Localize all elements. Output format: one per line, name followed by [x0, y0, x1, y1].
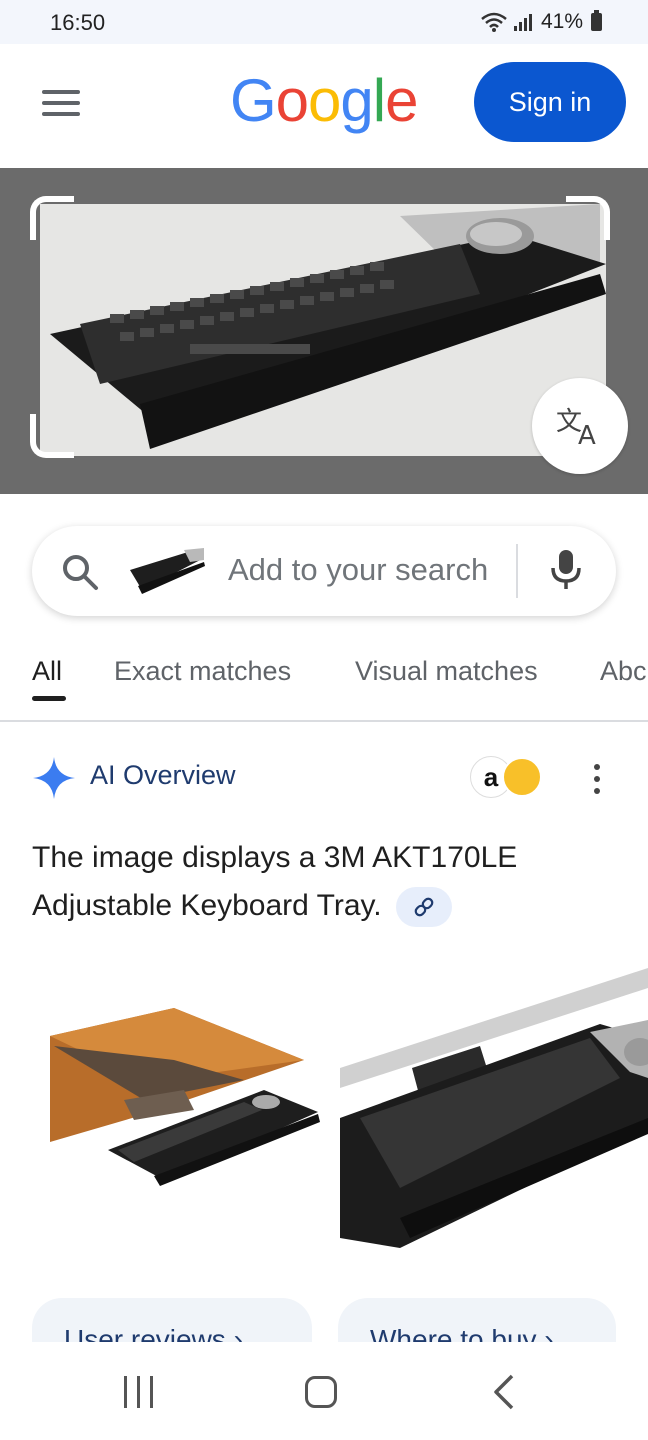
chip-label: Where to buy: [370, 1324, 537, 1342]
battery-percent: 41%: [540, 10, 583, 33]
chip-label: User reviews: [64, 1324, 226, 1342]
status-time: 16:50: [50, 10, 106, 35]
search-divider: [516, 544, 518, 598]
chip-user-reviews[interactable]: User reviews ›: [32, 1298, 312, 1342]
google-logo[interactable]: Google: [230, 66, 419, 135]
search-icon[interactable]: [60, 552, 100, 592]
result-tabs: All Exact matches Visual matches Abc: [0, 640, 648, 722]
source-icon[interactable]: [502, 757, 542, 797]
ai-overview-title: AI Overview: [90, 760, 236, 790]
status-icons: 41%: [481, 10, 602, 34]
link-icon[interactable]: [396, 887, 452, 928]
more-options-icon[interactable]: [592, 764, 602, 794]
searched-image: [40, 204, 606, 456]
sparkle-icon: [33, 757, 75, 799]
chip-where-to-buy[interactable]: Where to buy ›: [338, 1298, 616, 1342]
crop-corner-top-left[interactable]: [30, 196, 74, 240]
back-icon[interactable]: [490, 1374, 516, 1410]
follow-up-chips: User reviews › Where to buy ›: [0, 1298, 648, 1342]
sign-in-button[interactable]: Sign in: [474, 62, 626, 142]
translate-icon[interactable]: 文 A: [532, 378, 628, 474]
result-image-2[interactable]: [340, 968, 648, 1258]
header: Google Sign in: [0, 44, 648, 168]
microphone-icon[interactable]: [550, 548, 582, 592]
svg-text:A: A: [578, 421, 596, 448]
tab-about[interactable]: Abc: [600, 656, 647, 687]
tab-exact-matches[interactable]: Exact matches: [114, 656, 291, 687]
status-bar: 16:50 41%: [0, 0, 648, 44]
tab-all[interactable]: All: [32, 656, 62, 687]
searched-image-area[interactable]: 文 A: [0, 168, 648, 494]
crop-corner-top-right[interactable]: [566, 196, 610, 240]
ai-overview-text: The image displays a 3M AKT170LE Adjusta…: [32, 834, 612, 930]
active-tab-indicator: [32, 696, 66, 701]
tab-visual-matches[interactable]: Visual matches: [355, 656, 538, 687]
signal-icon: [513, 14, 532, 31]
crop-corner-bottom-left[interactable]: [30, 414, 74, 458]
battery-icon: [591, 10, 602, 31]
hamburger-menu-icon[interactable]: [42, 90, 80, 116]
source-badges[interactable]: a: [470, 756, 544, 800]
system-nav-bar: [0, 1342, 648, 1440]
search-input[interactable]: Add to your search: [228, 552, 488, 588]
result-image-1[interactable]: [34, 990, 324, 1220]
search-box[interactable]: Add to your search: [32, 526, 616, 616]
ai-overview-header: AI Overview a: [32, 756, 622, 800]
recents-icon[interactable]: [124, 1376, 153, 1408]
search-image-thumbnail[interactable]: [128, 544, 206, 598]
home-icon[interactable]: [305, 1376, 337, 1408]
wifi-icon: [481, 12, 507, 32]
